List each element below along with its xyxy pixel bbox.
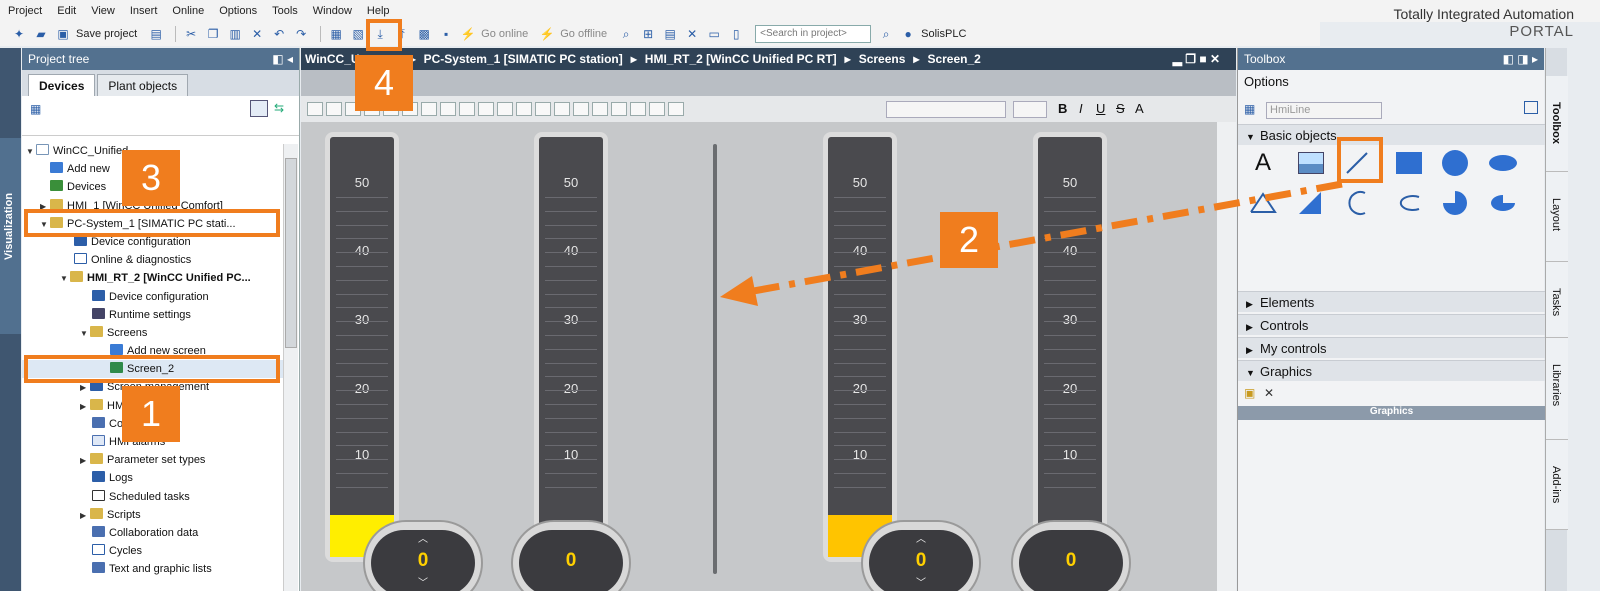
tia-portal-window: Project Edit View Insert Online Options … xyxy=(0,0,1600,591)
callout-2: 2 xyxy=(940,212,998,268)
highlight-pc-system xyxy=(24,209,280,237)
callout-1: 1 xyxy=(122,386,180,442)
highlight-screen-2 xyxy=(24,355,280,383)
callout-3: 3 xyxy=(122,150,180,206)
highlight-toolbar-button xyxy=(366,19,402,51)
highlight-line-tool xyxy=(1337,137,1383,183)
drag-arrow xyxy=(720,180,1343,306)
callout-4: 4 xyxy=(355,55,413,111)
